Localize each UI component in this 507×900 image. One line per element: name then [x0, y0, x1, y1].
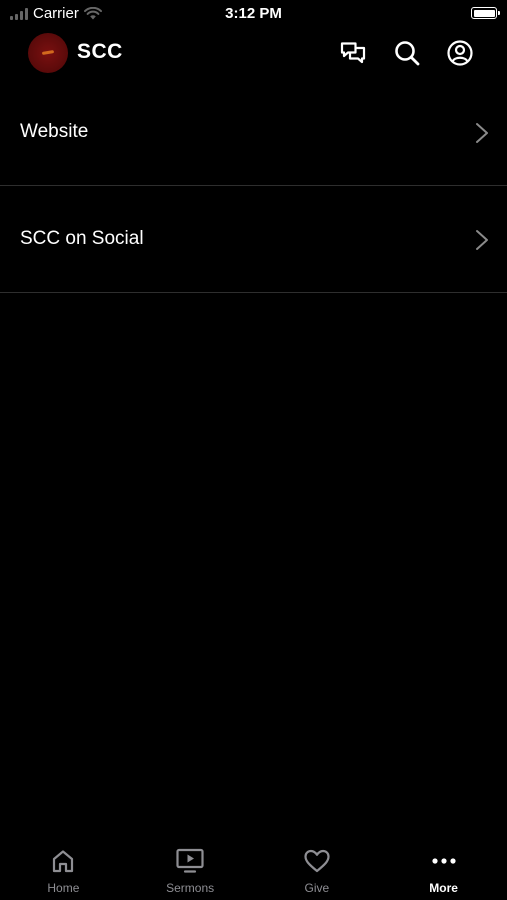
menu-item-label: Website: [20, 121, 89, 142]
tab-label: Give: [304, 881, 330, 895]
status-time: 3:12 PM: [225, 5, 282, 22]
status-bar: Carrier 3:12 PM: [0, 0, 507, 28]
scc-logo[interactable]: [28, 33, 68, 73]
menu-item-website[interactable]: Website: [0, 79, 507, 186]
chat-icon[interactable]: [339, 39, 367, 67]
home-icon: [49, 848, 77, 874]
battery-icon: [471, 7, 500, 19]
tab-label: More: [429, 881, 458, 895]
app-header: SCC: [0, 28, 507, 78]
search-icon[interactable]: [393, 39, 421, 67]
menu-item-scc-on-social[interactable]: SCC on Social: [0, 186, 507, 293]
menu-item-label: SCC on Social: [20, 228, 144, 249]
tab-label: Sermons: [166, 881, 215, 895]
more-menu-list: Website SCC on Social: [0, 79, 507, 293]
chevron-right-icon: [475, 229, 489, 251]
chevron-right-icon: [475, 122, 489, 144]
tab-label: Home: [47, 881, 80, 895]
heart-icon: [303, 848, 331, 874]
tab-home[interactable]: Home: [0, 842, 127, 900]
profile-icon[interactable]: [446, 39, 474, 67]
tab-more[interactable]: More: [380, 842, 507, 900]
tv-play-icon: [176, 848, 204, 874]
tab-give[interactable]: Give: [254, 842, 381, 900]
tab-bar: Home Sermons Give More: [0, 842, 507, 900]
app-title: SCC: [77, 40, 123, 63]
more-dots-icon: [430, 848, 458, 874]
tab-sermons[interactable]: Sermons: [127, 842, 254, 900]
